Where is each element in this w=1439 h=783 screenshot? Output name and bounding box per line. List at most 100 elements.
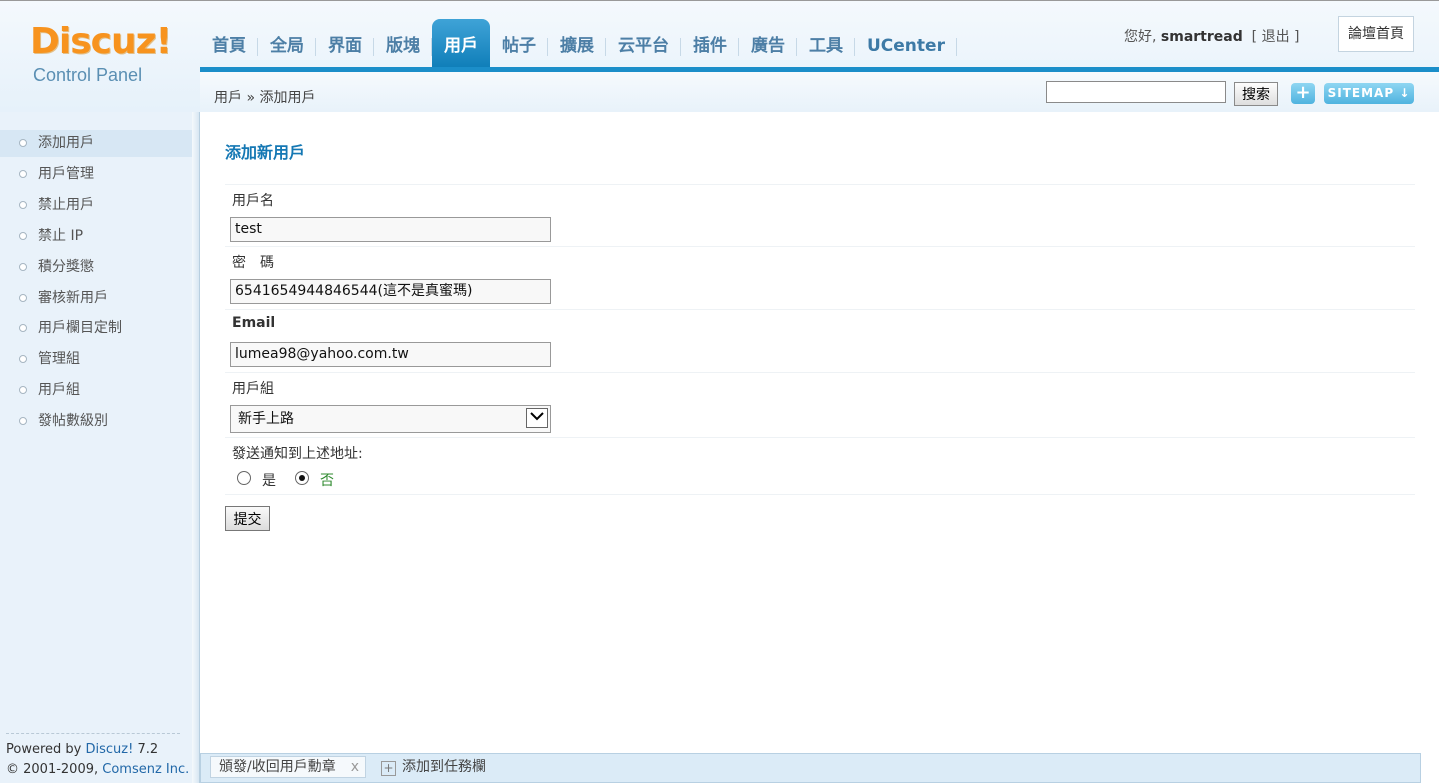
close-icon[interactable]: x xyxy=(351,757,359,777)
bullet-icon xyxy=(19,139,27,147)
sidebar-item-ban-ip[interactable]: 禁止 IP xyxy=(0,223,192,250)
bracket: ] xyxy=(1294,29,1300,45)
copyright-text: © 2001-2009, xyxy=(6,762,103,777)
divider xyxy=(225,372,1415,373)
divider xyxy=(225,437,1415,438)
tab-label: 擴展 xyxy=(560,36,594,56)
search-input[interactable] xyxy=(1046,81,1226,103)
sidebar-item-user-groups[interactable]: 用戶組 xyxy=(0,377,192,404)
breadcrumb-bar: 用戶 » 添加用戶 搜索 + SITEMAP ↓ xyxy=(200,72,1439,113)
tab-global[interactable]: 全局 xyxy=(258,19,316,69)
bullet-icon xyxy=(19,263,27,271)
breadcrumb-separator: » xyxy=(246,90,256,106)
sidebar-item-add-user[interactable]: 添加用戶 xyxy=(0,130,192,157)
tab-home[interactable]: 首頁 xyxy=(200,19,258,69)
sidebar-item-moderate-users[interactable]: 審核新用戶 xyxy=(0,285,192,312)
main-content: 添加新用戶 用戶名 test 密 碼 6541654944846544(這不是真… xyxy=(200,112,1439,753)
sidebar-item-label: 管理組 xyxy=(38,351,80,367)
discuz-link[interactable]: Discuz! xyxy=(85,742,133,757)
sidebar: 添加用戶 用戶管理 禁止用戶 禁止 IP 積分獎懲 審核新用戶 用戶欄目定制 管… xyxy=(0,112,192,783)
bullet-icon xyxy=(19,324,27,332)
tab-label: 工具 xyxy=(809,36,843,56)
tab-interface[interactable]: 界面 xyxy=(316,19,374,69)
sidebar-item-admin-groups[interactable]: 管理組 xyxy=(0,346,192,373)
logout-link[interactable]: 退出 xyxy=(1262,29,1290,45)
sidebar-item-user-management[interactable]: 用戶管理 xyxy=(0,161,192,188)
tab-ucenter[interactable]: UCenter xyxy=(855,19,957,69)
email-label: Email xyxy=(232,315,276,331)
sidebar-item-post-ranks[interactable]: 發帖數級別 xyxy=(0,408,192,435)
tab-tools[interactable]: 工具 xyxy=(797,19,855,69)
tab-ads[interactable]: 廣告 xyxy=(739,19,797,69)
breadcrumb-section[interactable]: 用戶 xyxy=(214,90,242,106)
tab-label: 用戶 xyxy=(444,36,478,56)
tab-label: 云平台 xyxy=(618,36,669,56)
tab-forums[interactable]: 版塊 xyxy=(374,19,432,69)
username-input[interactable]: test xyxy=(230,217,551,242)
form-title: 添加新用戶 xyxy=(225,143,306,162)
bullet-icon xyxy=(19,201,27,209)
tab-label: 首頁 xyxy=(212,36,246,56)
version-text: 7.2 xyxy=(133,742,159,757)
comsenz-link[interactable]: Comsenz Inc. xyxy=(102,762,189,777)
taskbar: 頒發/收回用戶勳章 x + 添加到任務欄 xyxy=(200,753,1421,783)
tab-label: UCenter xyxy=(867,36,945,56)
chevron-down-icon[interactable] xyxy=(526,408,548,428)
notify-label: 發送通知到上述地址: xyxy=(232,446,363,462)
sidebar-item-label: 用戶欄目定制 xyxy=(38,320,122,336)
bullet-icon xyxy=(19,232,27,240)
breadcrumb: 用戶 » 添加用戶 xyxy=(214,87,315,107)
user-group-label: 用戶組 xyxy=(232,381,274,397)
sidebar-splitter[interactable] xyxy=(192,112,200,783)
divider xyxy=(225,494,1415,495)
bullet-icon xyxy=(19,294,27,302)
bullet-icon xyxy=(19,355,27,363)
task-item[interactable]: 頒發/收回用戶勳章 x xyxy=(210,756,366,778)
sidebar-item-label: 禁止 IP xyxy=(38,228,84,244)
submit-button[interactable]: 提交 xyxy=(225,506,270,531)
bullet-icon xyxy=(19,170,27,178)
sidebar-item-label: 積分獎懲 xyxy=(38,259,94,275)
tab-label: 帖子 xyxy=(502,36,536,56)
password-label: 密 碼 xyxy=(232,255,274,271)
tab-users[interactable]: 用戶 xyxy=(432,19,490,69)
sidebar-item-user-fields[interactable]: 用戶欄目定制 xyxy=(0,315,192,342)
logo-subtitle: Control Panel xyxy=(33,65,143,85)
email-input[interactable]: lumea98@yahoo.com.tw xyxy=(230,342,551,367)
sitemap-button[interactable]: SITEMAP ↓ xyxy=(1324,83,1414,104)
sidebar-item-label: 添加用戶 xyxy=(38,135,94,151)
sidebar-item-label: 審核新用戶 xyxy=(38,290,108,306)
divider xyxy=(225,184,1415,185)
tab-plugins[interactable]: 插件 xyxy=(681,19,739,69)
greeting: 您好, xyxy=(1124,29,1157,45)
copyright: © 2001-2009, Comsenz Inc. xyxy=(6,762,189,777)
footer-divider xyxy=(6,733,180,734)
user-group-select[interactable]: 新手上路 xyxy=(230,405,551,433)
sidebar-item-credits[interactable]: 積分獎懲 xyxy=(0,254,192,281)
forum-home-button[interactable]: 論壇首頁 xyxy=(1338,16,1414,52)
bullet-icon xyxy=(19,386,27,394)
add-to-taskbar-button[interactable]: + 添加到任務欄 xyxy=(381,757,486,777)
sidebar-item-label: 用戶管理 xyxy=(38,166,94,182)
powered-text: Powered by xyxy=(6,742,86,757)
sidebar-item-ban-user[interactable]: 禁止用戶 xyxy=(0,192,192,219)
tab-label: 全局 xyxy=(270,36,304,56)
add-to-taskbar-label: 添加到任務欄 xyxy=(402,759,486,775)
tab-cloud[interactable]: 云平台 xyxy=(606,19,681,69)
tab-label: 界面 xyxy=(328,36,362,56)
main-nav: 首頁 全局 界面 版塊 用戶 帖子 擴展 云平台 插件 廣告 工具 UCente… xyxy=(200,19,957,69)
search-button[interactable]: 搜索 xyxy=(1234,82,1278,106)
password-input[interactable]: 6541654944846544(這不是真蜜瑪) xyxy=(230,279,551,304)
tab-extensions[interactable]: 擴展 xyxy=(548,19,606,69)
tab-posts[interactable]: 帖子 xyxy=(490,19,548,69)
notify-yes-radio[interactable] xyxy=(237,471,251,485)
notify-no-label[interactable]: 否 xyxy=(320,470,334,490)
notify-no-radio[interactable] xyxy=(295,471,309,485)
logo[interactable]: Discuz! Control Panel xyxy=(0,1,192,109)
notify-yes-label[interactable]: 是 xyxy=(262,470,276,490)
tab-label: 版塊 xyxy=(386,36,420,56)
logo-brand: Discuz! xyxy=(30,21,172,62)
divider xyxy=(225,246,1415,247)
add-shortcut-button[interactable]: + xyxy=(1291,83,1315,104)
breadcrumb-page: 添加用戶 xyxy=(259,90,316,106)
